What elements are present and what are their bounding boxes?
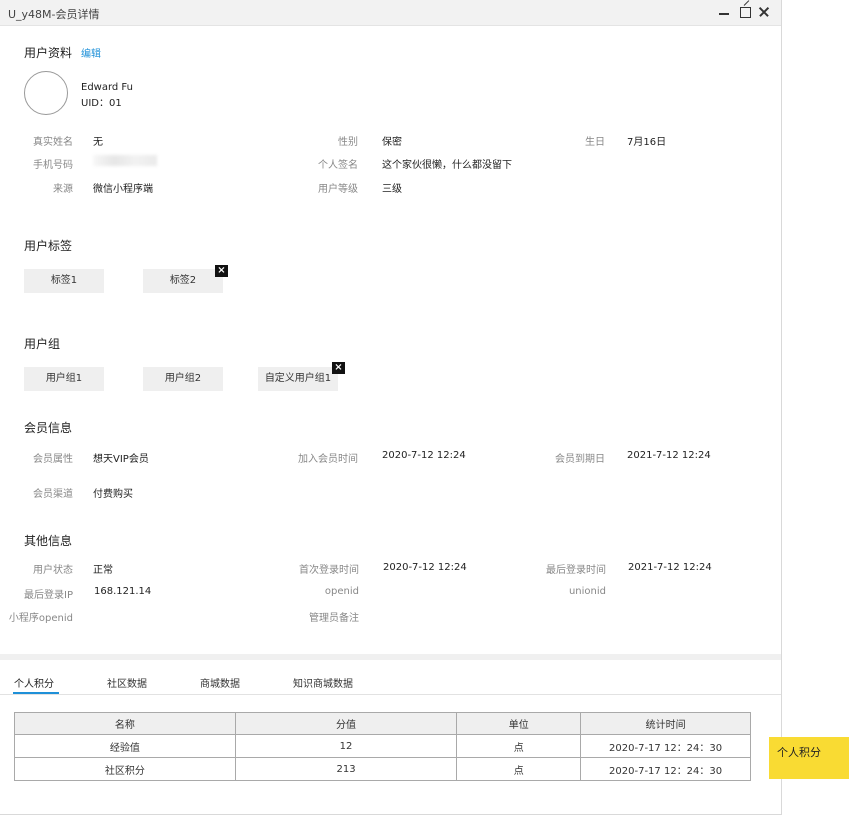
membership-section-title: 会员信息 xyxy=(24,421,73,435)
field-label-channel: 会员渠道 xyxy=(33,489,73,500)
table-cell: 点 xyxy=(456,734,582,758)
field-label-level: 用户等级 xyxy=(318,184,358,195)
table-cell: 213 xyxy=(234,757,458,781)
field-label-member-type: 会员属性 xyxy=(33,454,73,465)
group-chip[interactable]: 用户组1 xyxy=(24,367,104,391)
edit-profile-link[interactable]: 编辑 xyxy=(81,45,101,60)
group-chip[interactable]: 自定义用户组1 xyxy=(258,367,338,391)
field-label-gender: 性别 xyxy=(338,137,358,148)
group-chip[interactable]: 用户组2 xyxy=(143,367,223,391)
field-value-last-ip: 168.121.14 xyxy=(94,586,152,597)
table-row: 经验值 12 点 2020-7-17 12：24：30 xyxy=(14,734,751,758)
tag-chip[interactable]: 标签2 xyxy=(143,269,223,293)
tab-knowledge-mall-data[interactable]: 知识商城数据 xyxy=(293,675,353,690)
user-uid: UID：01 xyxy=(81,98,122,109)
field-value-expiry: 2021-7-12 12:24 xyxy=(627,450,711,461)
table-cell: 经验值 xyxy=(14,734,236,758)
column-header: 单位 xyxy=(456,712,582,735)
table-cell: 点 xyxy=(456,757,582,781)
field-label-last-login: 最后登录时间 xyxy=(546,565,606,576)
field-label-birthday: 生日 xyxy=(585,137,605,148)
points-table: 名称 分值 单位 统计时间 经验值 12 点 2020-7-17 12：24：3… xyxy=(14,712,751,781)
field-label-admin-note: 管理员备注 xyxy=(309,613,359,624)
field-label-unionid: unionid xyxy=(568,586,606,597)
field-value-signature: 这个家伙很懒，什么都没留下 xyxy=(382,160,512,171)
field-value-gender: 保密 xyxy=(382,137,402,148)
field-value-status: 正常 xyxy=(93,565,113,576)
field-label-first-login: 首次登录时间 xyxy=(299,565,359,576)
field-value-join-time: 2020-7-12 12:24 xyxy=(382,450,466,461)
tab-personal-points[interactable]: 个人积分 xyxy=(14,675,54,690)
table-cell: 2020-7-17 12：24：30 xyxy=(580,734,751,758)
user-name: Edward Fu xyxy=(81,82,133,93)
field-value-member-type: 想天VIP会员 xyxy=(93,454,149,465)
table-cell: 2020-7-17 12：24：30 xyxy=(580,757,751,781)
field-label-status: 用户状态 xyxy=(33,565,73,576)
field-value-channel: 付费购买 xyxy=(93,489,133,500)
section-divider xyxy=(0,654,781,660)
groups-section-title: 用户组 xyxy=(24,337,61,351)
field-value-last-login: 2021-7-12 12:24 xyxy=(628,562,712,573)
column-header: 分值 xyxy=(234,712,458,735)
avatar xyxy=(24,71,68,115)
tag-chip[interactable]: 标签1 xyxy=(24,269,104,293)
window-title: U_y48M-会员详情 xyxy=(8,8,100,21)
field-value-source: 微信小程序端 xyxy=(93,184,153,195)
column-header: 统计时间 xyxy=(580,712,751,735)
field-value-level: 三级 xyxy=(382,184,402,195)
table-cell: 12 xyxy=(234,734,458,758)
sticky-note: 个人积分 xyxy=(769,737,849,779)
tags-section-title: 用户标签 xyxy=(24,239,73,253)
field-value-first-login: 2020-7-12 12:24 xyxy=(383,562,467,573)
tab-community-data[interactable]: 社区数据 xyxy=(107,675,147,690)
field-label-real-name: 真实姓名 xyxy=(33,137,73,148)
field-label-join-time: 加入会员时间 xyxy=(298,454,358,465)
field-label-mini-openid: 小程序openid xyxy=(8,613,73,624)
minimize-icon[interactable] xyxy=(716,4,732,20)
table-row: 社区积分 213 点 2020-7-17 12：24：30 xyxy=(14,757,751,781)
title-bar: U_y48M-会员详情 xyxy=(0,0,781,26)
table-header-row: 名称 分值 单位 统计时间 xyxy=(14,712,751,735)
phone-redacted xyxy=(93,155,157,166)
field-value-birthday: 7月16日 xyxy=(627,137,667,148)
member-detail-modal: U_y48M-会员详情 用户资料 编辑 Edward Fu UID：01 真实姓… xyxy=(0,0,782,815)
remove-tag-icon[interactable]: × xyxy=(215,265,228,277)
maximize-icon[interactable] xyxy=(737,4,753,20)
close-icon[interactable] xyxy=(756,4,772,20)
other-section-title: 其他信息 xyxy=(24,534,73,548)
tabs-baseline xyxy=(0,694,781,695)
field-label-source: 来源 xyxy=(53,184,73,195)
field-label-openid: openid xyxy=(324,586,359,597)
table-cell: 社区积分 xyxy=(14,757,236,781)
remove-group-icon[interactable]: × xyxy=(332,362,345,374)
field-label-phone: 手机号码 xyxy=(33,160,73,171)
field-value-real-name: 无 xyxy=(93,137,103,148)
profile-section-title: 用户资料 xyxy=(24,46,73,60)
field-label-signature: 个人签名 xyxy=(318,160,358,171)
tab-mall-data[interactable]: 商城数据 xyxy=(200,675,240,690)
column-header: 名称 xyxy=(14,712,236,735)
field-label-expiry: 会员到期日 xyxy=(555,454,605,465)
field-label-last-ip: 最后登录IP xyxy=(24,590,73,601)
